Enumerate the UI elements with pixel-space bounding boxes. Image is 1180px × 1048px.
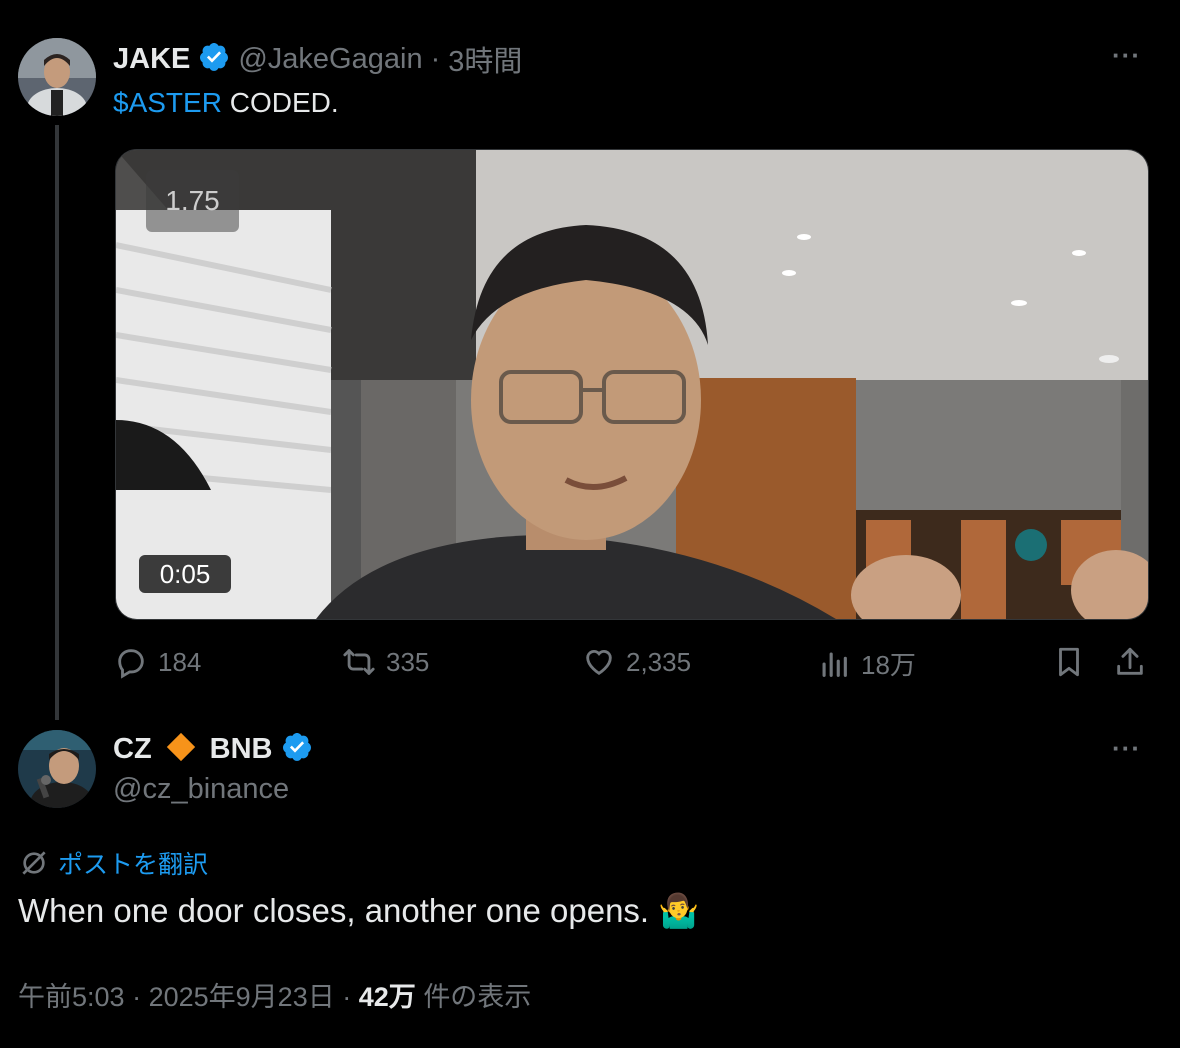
- reply-count: 184: [158, 646, 202, 677]
- reply-icon: [118, 649, 144, 679]
- views-label: 件の表示: [423, 982, 532, 1012]
- video-player[interactable]: 1.75 0:05: [115, 149, 1149, 620]
- views-count: 18万: [861, 650, 916, 680]
- playback-speed-badge[interactable]: 1.75: [146, 170, 239, 232]
- bnb-diamond-icon: [164, 730, 198, 769]
- avatar-cz[interactable]: [18, 730, 96, 808]
- avatar-jake[interactable]: [18, 38, 96, 116]
- views-button[interactable]: 18万: [817, 645, 916, 682]
- meta-separator: ·: [342, 982, 352, 1012]
- translate-label: ポストを翻訳: [58, 851, 209, 879]
- reply-button[interactable]: 184: [114, 645, 201, 679]
- post-meta: 午前5:03 · 2025年9月23日 · 42万 件の表示: [18, 975, 531, 1014]
- meta-separator: ·: [430, 42, 441, 75]
- post-date[interactable]: 2025年9月23日: [149, 982, 335, 1012]
- heart-icon: [586, 650, 612, 675]
- author-name-part2[interactable]: BNB: [210, 733, 273, 766]
- more-options-button[interactable]: ···: [1112, 733, 1141, 764]
- post-time[interactable]: 3時間: [448, 38, 522, 80]
- post-time[interactable]: 午前5:03: [18, 982, 125, 1012]
- video-frame: [116, 150, 1148, 619]
- verified-badge-icon: [281, 731, 313, 768]
- author-name[interactable]: JAKE: [113, 43, 190, 76]
- verified-badge-icon: [198, 41, 230, 78]
- thread-connector: [55, 125, 59, 720]
- views-count: 42万: [358, 982, 416, 1012]
- bookmark-icon: [1059, 647, 1079, 677]
- bookmark-button[interactable]: [1052, 645, 1086, 679]
- repost-button[interactable]: 335: [342, 645, 429, 679]
- author-handle[interactable]: @JakeGagain: [238, 43, 422, 76]
- video-duration-badge: 0:05: [139, 555, 231, 593]
- meta-separator: ·: [132, 982, 142, 1012]
- like-button[interactable]: 2,335: [582, 645, 691, 679]
- post-text: When one door closes, another one opens.…: [18, 892, 700, 929]
- translate-icon: [22, 851, 46, 875]
- share-icon: [1117, 647, 1143, 675]
- repost-count: 335: [386, 646, 430, 677]
- more-options-button[interactable]: ···: [1112, 40, 1141, 71]
- translate-post-link[interactable]: ポストを翻訳: [18, 845, 208, 881]
- author-handle[interactable]: @cz_binance: [113, 773, 289, 806]
- post-text: $ASTER CODED.: [113, 87, 339, 119]
- analytics-icon: [822, 652, 847, 677]
- repost-icon: [343, 649, 375, 675]
- share-button[interactable]: [1113, 645, 1147, 679]
- post-text-body: CODED.: [221, 87, 339, 118]
- cashtag-link[interactable]: $ASTER: [113, 87, 222, 118]
- like-count: 2,335: [626, 646, 692, 677]
- author-name-part1[interactable]: CZ: [113, 733, 152, 766]
